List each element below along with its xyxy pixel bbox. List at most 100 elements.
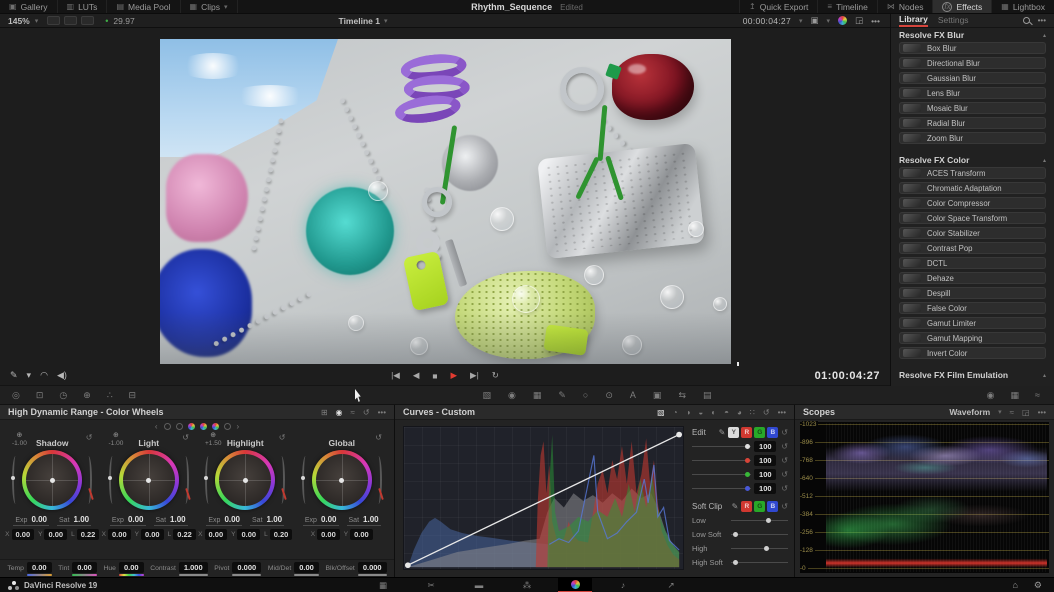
channel-chip[interactable]: R	[741, 427, 752, 438]
grade-parameter-field[interactable]: Mid/Det 0.00	[268, 562, 319, 576]
channel-slider[interactable]	[692, 474, 751, 475]
zone-icon[interactable]: ⊕	[113, 433, 119, 439]
expand-icon[interactable]: ◲	[855, 15, 863, 26]
panel-header-icon[interactable]: ↺	[363, 408, 370, 417]
viewer-timecode[interactable]: 00:00:04:27	[743, 16, 791, 26]
collapse-icon[interactable]: ▴	[1043, 372, 1046, 379]
curve-mode-icon[interactable]: ◐	[711, 408, 716, 417]
grading-tool-icon[interactable]: ○	[583, 390, 588, 401]
color-wheel[interactable]	[312, 450, 372, 510]
y-value-field[interactable]: Y0.00	[135, 529, 164, 540]
master-wheel-left-arc[interactable]	[205, 456, 212, 504]
effect-item[interactable]: Radial Blur	[899, 117, 1046, 129]
wheel-center-handle[interactable]	[146, 478, 151, 483]
page-button[interactable]: ✂	[414, 578, 448, 592]
effect-item[interactable]: Color Stabilizer	[899, 227, 1046, 239]
reset-icon[interactable]: ↺	[86, 433, 93, 442]
channel-value[interactable]: 100	[754, 455, 776, 466]
pagination-dot[interactable]	[200, 423, 207, 430]
pagination-dot[interactable]	[188, 423, 195, 430]
parameter-value[interactable]: 0.000	[358, 562, 387, 573]
channel-value[interactable]: 100	[754, 469, 776, 480]
grading-tool-icon[interactable]: ◉	[508, 390, 516, 401]
exposure-control[interactable]: Exp 0.00	[206, 515, 242, 526]
reset-icon[interactable]: ↺	[279, 433, 286, 442]
y-value-field[interactable]: Y0.00	[344, 529, 373, 540]
parameter-value[interactable]: 0.00	[72, 562, 97, 573]
reset-icon[interactable]: ↺	[781, 484, 788, 493]
l-value-field[interactable]: L0.22	[168, 529, 196, 540]
grade-parameter-field[interactable]: Tint 0.00	[58, 562, 97, 576]
grade-parameter-field[interactable]: Hue 0.00	[103, 562, 143, 576]
effect-item[interactable]: Zoom Blur	[899, 132, 1046, 144]
top-right-button[interactable]: fx Effects	[932, 0, 991, 13]
more-options-icon[interactable]: •••	[871, 16, 880, 26]
panel-header-icon[interactable]: ⊞	[321, 408, 328, 417]
effect-item[interactable]: Color Space Transform	[899, 212, 1046, 224]
top-right-button[interactable]: ≡ Timeline	[817, 0, 876, 13]
pencil-icon[interactable]: ✎	[732, 502, 739, 511]
soft-clip-slider[interactable]	[731, 520, 788, 521]
parameter-value[interactable]: 0.00	[27, 562, 52, 573]
grading-tool-icon[interactable]: ⊙	[605, 390, 613, 401]
panel-header-icon[interactable]: ≈	[351, 408, 355, 417]
zone-icon[interactable]: ⊕	[16, 433, 22, 439]
panel-header-icon[interactable]: •••	[378, 408, 386, 417]
effect-item[interactable]: Box Blur	[899, 42, 1046, 54]
grading-tool-icon[interactable]: ⇆	[678, 390, 686, 401]
top-right-button[interactable]: ⋈ Nodes	[877, 0, 933, 13]
parameter-value[interactable]: 0.00	[294, 562, 319, 573]
top-left-button[interactable]: ▥ LUTs	[58, 0, 108, 13]
palette-tool-icon[interactable]: ∴	[107, 390, 113, 401]
prev-page-icon[interactable]: ‹	[155, 422, 158, 431]
parameter-value[interactable]: 0.00	[119, 562, 144, 573]
parameter-value[interactable]: 1.000	[179, 562, 208, 573]
y-value-field[interactable]: Y0.00	[38, 529, 67, 540]
soft-clip-slider[interactable]	[731, 534, 788, 535]
master-wheel-right-arc[interactable]	[375, 456, 382, 504]
grading-tool-icon[interactable]: ▧	[482, 390, 491, 401]
page-button[interactable]: ▦	[366, 578, 400, 592]
color-wheel[interactable]	[22, 450, 82, 510]
search-icon[interactable]	[1023, 17, 1030, 24]
wheel-center-handle[interactable]	[339, 478, 344, 483]
master-wheel-left-arc[interactable]	[12, 456, 19, 504]
effect-item[interactable]: Contrast Pop	[899, 242, 1046, 254]
reset-icon[interactable]: ↺	[182, 433, 189, 442]
grade-parameter-field[interactable]: Temp 0.00	[7, 562, 51, 576]
transport-button[interactable]: ▶	[451, 370, 458, 381]
chevron-down-icon[interactable]: ▾	[799, 17, 803, 25]
chevron-down-icon[interactable]: ▾	[998, 408, 1002, 416]
wheel-center-handle[interactable]	[243, 478, 248, 483]
master-wheel-left-arc[interactable]	[302, 456, 309, 504]
soft-clip-slider[interactable]	[731, 548, 788, 549]
grading-tool-icon[interactable]: A	[630, 390, 636, 401]
reset-icon[interactable]: ↺	[781, 502, 788, 511]
transport-button[interactable]: ↻	[492, 370, 499, 381]
x-value-field[interactable]: X0.00	[311, 529, 340, 540]
x-value-field[interactable]: X0.00	[5, 529, 34, 540]
color-viewer-icon[interactable]	[838, 16, 847, 25]
effect-item[interactable]: Chromatic Adaptation	[899, 182, 1046, 194]
curve-mode-icon[interactable]: ◕	[737, 408, 742, 417]
channel-chip[interactable]: B	[767, 427, 778, 438]
top-right-button[interactable]: ▦ Lightbox	[991, 0, 1054, 13]
curve-mode-icon[interactable]: ↺	[763, 408, 770, 417]
home-icon[interactable]: ⌂	[1012, 580, 1017, 591]
effect-item[interactable]: Directional Blur	[899, 57, 1046, 69]
grade-parameter-field[interactable]: Blk/Offset 0.000	[325, 562, 386, 576]
color-wheel[interactable]	[215, 450, 275, 510]
tab-settings[interactable]: Settings	[938, 15, 969, 26]
pagination-dot[interactable]	[176, 423, 183, 430]
curve-editor[interactable]	[403, 426, 684, 570]
waveform-scope[interactable]: 1023 896 768 640 512	[800, 422, 1049, 573]
grading-tool-icon[interactable]: ▦	[533, 390, 542, 401]
master-wheel-right-arc[interactable]	[278, 456, 285, 504]
palette-tool-icon[interactable]: ◎	[12, 390, 20, 401]
library-section-header[interactable]: Resolve FX Film Emulation ▴	[891, 368, 1054, 382]
master-wheel-right-arc[interactable]	[85, 456, 92, 504]
curve-mode-icon[interactable]: ◓	[724, 408, 729, 417]
panel-header-icon[interactable]: ◉	[336, 408, 343, 417]
master-wheel-left-arc[interactable]	[109, 456, 116, 504]
page-button[interactable]: ↗	[654, 578, 688, 592]
